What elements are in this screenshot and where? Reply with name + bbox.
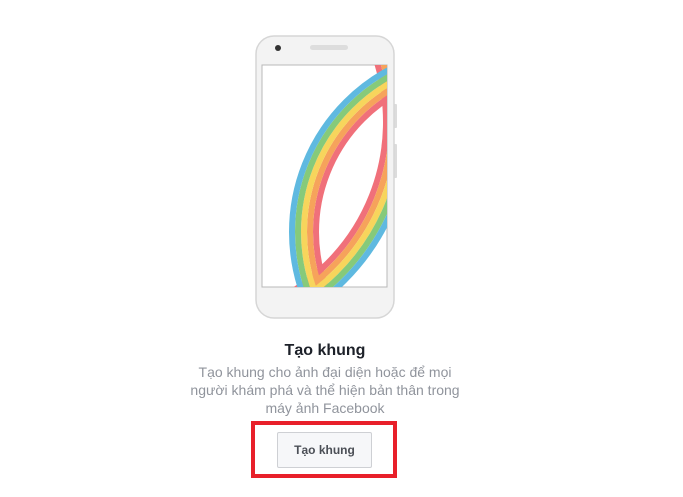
page-title: Tạo khung: [284, 342, 366, 359]
create-frame-button[interactable]: Tạo khung: [277, 432, 372, 468]
phone-illustration: [246, 32, 406, 322]
description-text: Tạo khung cho ảnh đại diện hoặc để mọi n…: [190, 364, 460, 416]
phone-frame-icon: [255, 35, 397, 319]
